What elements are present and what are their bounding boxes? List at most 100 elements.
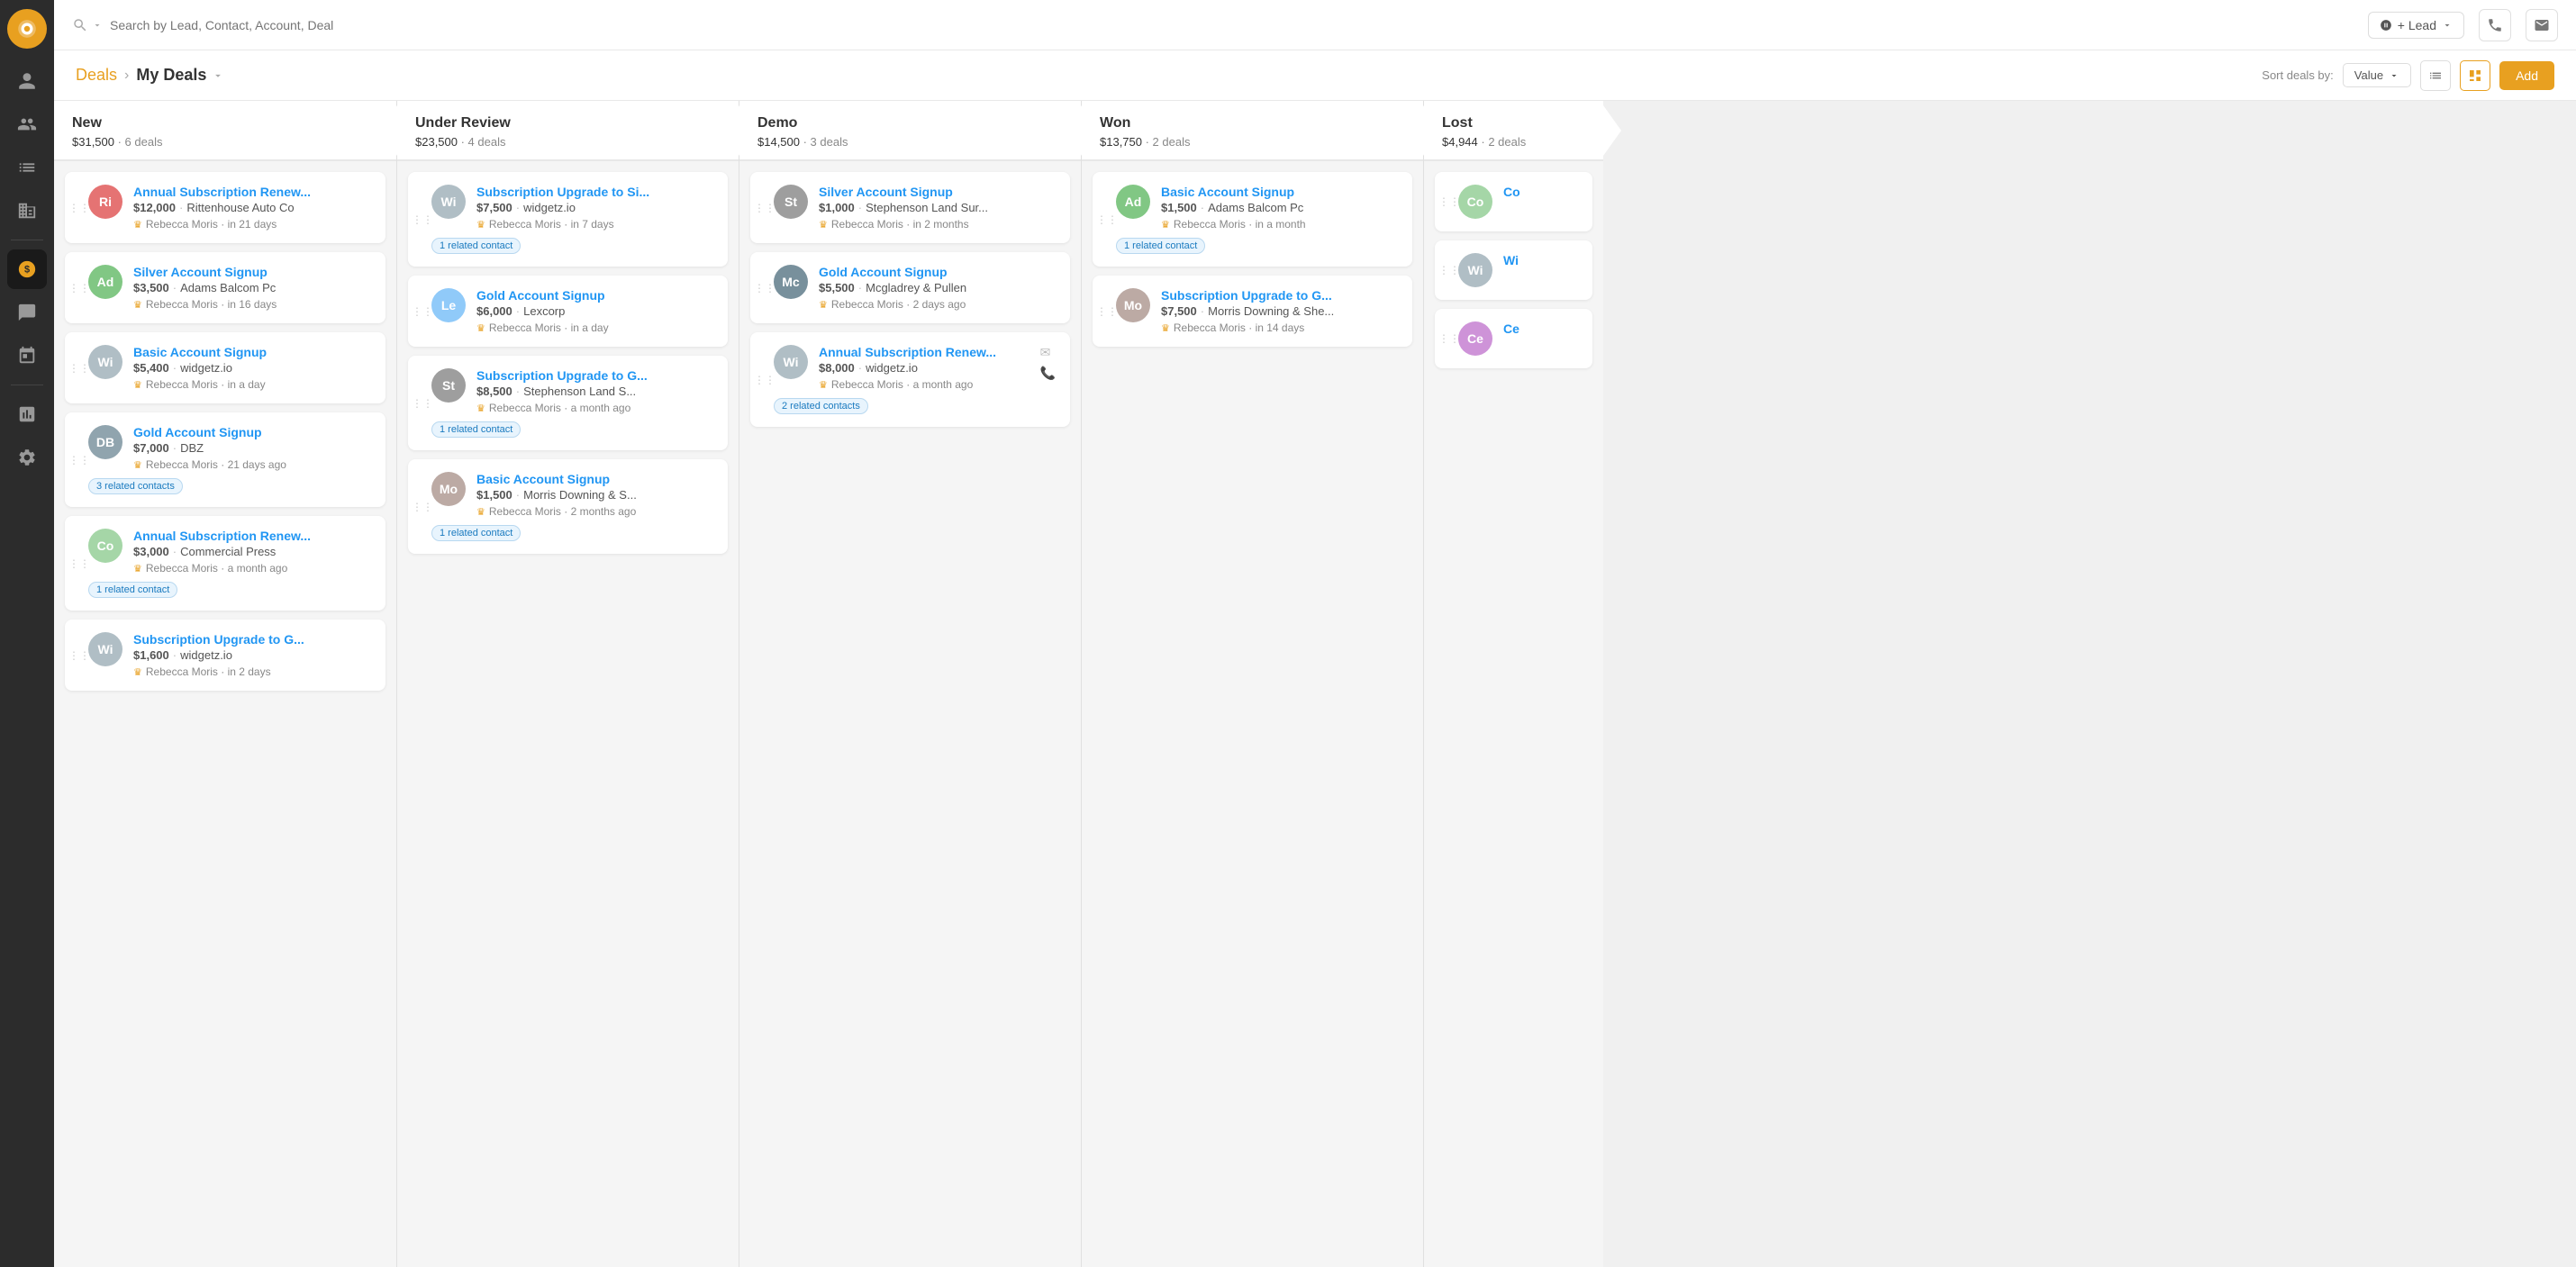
crown-icon-u3: ♛ (476, 403, 485, 414)
kanban-column-new: New $31,500 · 6 deals ⋮⋮ Ri Annual Subsc… (54, 101, 396, 1267)
card-badge-u4: 1 related contact (431, 525, 521, 541)
card-amount-c6: $1,600·widgetz.io (133, 648, 371, 662)
kanban-column-won: Won $13,750 · 2 deals ⋮⋮ Ad Basic Accoun… (1081, 101, 1423, 1267)
sidebar-item-calendar[interactable] (7, 336, 47, 376)
drag-handle-u2[interactable]: ⋮⋮ (412, 305, 433, 318)
phone-icon-d3[interactable]: 📞 (1040, 366, 1056, 381)
deal-card-d1[interactable]: ⋮⋮ St Silver Account Signup $1,000·Steph… (750, 172, 1070, 243)
deal-card-l1[interactable]: ⋮⋮ Co Co (1435, 172, 1592, 231)
deal-card-c1[interactable]: ⋮⋮ Ri Annual Subscription Renew... $12,0… (65, 172, 385, 243)
card-title-u3: Subscription Upgrade to G... (476, 368, 713, 383)
sort-label: Sort deals by: (2262, 68, 2334, 82)
avatar-u1: Wi (431, 185, 466, 219)
add-deal-button[interactable]: Add (2499, 61, 2554, 90)
sidebar-item-reports[interactable] (7, 148, 47, 187)
card-title-c1: Annual Subscription Renew... (133, 185, 371, 199)
deal-card-w2[interactable]: ⋮⋮ Mo Subscription Upgrade to G... $7,50… (1093, 276, 1412, 347)
breadcrumb-current[interactable]: My Deals (136, 66, 224, 85)
column-header-new: New $31,500 · 6 deals (54, 101, 396, 161)
deal-card-u2[interactable]: ⋮⋮ Le Gold Account Signup $6,000·Lexcorp… (408, 276, 728, 347)
drag-handle-w1[interactable]: ⋮⋮ (1096, 213, 1118, 226)
deal-card-c2[interactable]: ⋮⋮ Ad Silver Account Signup $3,500·Adams… (65, 252, 385, 323)
card-owner-d2: ♛ Rebecca Moris · 2 days ago (819, 298, 1056, 311)
drag-handle-u1[interactable]: ⋮⋮ (412, 213, 433, 226)
card-amount-d1: $1,000·Stephenson Land Sur... (819, 201, 1056, 214)
app-logo[interactable] (7, 9, 47, 49)
list-view-button[interactable] (2420, 60, 2451, 91)
sidebar-item-messages[interactable] (7, 293, 47, 332)
card-title-u4: Basic Account Signup (476, 472, 713, 486)
drag-handle-c5[interactable]: ⋮⋮ (68, 557, 90, 570)
email-button[interactable] (2526, 9, 2558, 41)
drag-handle-l3[interactable]: ⋮⋮ (1438, 332, 1460, 345)
sidebar-item-analytics[interactable] (7, 394, 47, 434)
sidebar-item-companies[interactable] (7, 191, 47, 231)
crown-icon-d2: ♛ (819, 299, 828, 311)
deal-card-u3[interactable]: ⋮⋮ St Subscription Upgrade to G... $8,50… (408, 356, 728, 450)
card-amount-c4: $7,000·DBZ (133, 441, 371, 455)
lead-button[interactable]: + Lead (2368, 12, 2464, 39)
search-input[interactable] (110, 18, 362, 32)
card-title-u2: Gold Account Signup (476, 288, 713, 303)
deal-card-c4[interactable]: ⋮⋮ DB Gold Account Signup $7,000·DBZ ♛ R… (65, 412, 385, 507)
drag-handle-w2[interactable]: ⋮⋮ (1096, 305, 1118, 318)
deal-card-l2[interactable]: ⋮⋮ Wi Wi (1435, 240, 1592, 300)
user-circle-icon (2380, 19, 2392, 32)
drag-handle-d2[interactable]: ⋮⋮ (754, 282, 776, 294)
deal-card-c3[interactable]: ⋮⋮ Wi Basic Account Signup $5,400·widget… (65, 332, 385, 403)
drag-handle-l2[interactable]: ⋮⋮ (1438, 264, 1460, 276)
drag-handle-c1[interactable]: ⋮⋮ (68, 202, 90, 214)
kanban-view-button[interactable] (2460, 60, 2490, 91)
deals-breadcrumb-link[interactable]: Deals (76, 66, 117, 85)
sidebar-item-leads[interactable] (7, 104, 47, 144)
deal-card-w1[interactable]: ⋮⋮ Ad Basic Account Signup $1,500·Adams … (1093, 172, 1412, 267)
email-icon (2534, 17, 2550, 33)
deal-card-d2[interactable]: ⋮⋮ Mc Gold Account Signup $5,500·Mcgladr… (750, 252, 1070, 323)
drag-handle-l1[interactable]: ⋮⋮ (1438, 195, 1460, 208)
drag-handle-u3[interactable]: ⋮⋮ (412, 397, 433, 410)
crown-icon-d1: ♛ (819, 219, 828, 231)
drag-handle-c6[interactable]: ⋮⋮ (68, 649, 90, 662)
sidebar-item-deals[interactable]: $ (7, 249, 47, 289)
kanban-column-under_review: Under Review $23,500 · 4 deals ⋮⋮ Wi Sub… (396, 101, 739, 1267)
drag-handle-c3[interactable]: ⋮⋮ (68, 362, 90, 375)
avatar-d3: Wi (774, 345, 808, 379)
sidebar-item-settings[interactable] (7, 438, 47, 477)
email-icon-d3[interactable]: ✉ (1040, 345, 1056, 360)
column-header-demo: Demo $14,500 · 3 deals (739, 101, 1081, 161)
sidebar-item-contacts[interactable] (7, 61, 47, 101)
kanban-column-lost: Lost $4,944 · 2 deals ⋮⋮ Co Co ⋮⋮ (1423, 101, 1603, 1267)
card-badge-c4: 3 related contacts (88, 478, 183, 494)
card-title-l3: Ce (1503, 321, 1578, 336)
deal-card-d3[interactable]: ⋮⋮ Wi Annual Subscription Renew... $8,00… (750, 332, 1070, 427)
column-meta-won: $13,750 · 2 deals (1100, 135, 1405, 149)
avatar-c6: Wi (88, 632, 122, 666)
deal-card-c6[interactable]: ⋮⋮ Wi Subscription Upgrade to G... $1,60… (65, 620, 385, 691)
avatar-u2: Le (431, 288, 466, 322)
drag-handle-c4[interactable]: ⋮⋮ (68, 454, 90, 466)
drag-handle-d3[interactable]: ⋮⋮ (754, 374, 776, 386)
drag-handle-d1[interactable]: ⋮⋮ (754, 202, 776, 214)
card-owner-u3: ♛ Rebecca Moris · a month ago (476, 402, 713, 414)
crown-icon-c6: ♛ (133, 666, 142, 678)
card-title-u1: Subscription Upgrade to Si... (476, 185, 713, 199)
sort-value-button[interactable]: Value (2343, 63, 2411, 87)
deal-card-l3[interactable]: ⋮⋮ Ce Ce (1435, 309, 1592, 368)
breadcrumb-current-label: My Deals (136, 66, 206, 85)
drag-handle-c2[interactable]: ⋮⋮ (68, 282, 90, 294)
breadcrumb-separator: › (124, 68, 129, 84)
card-owner-d3: ♛ Rebecca Moris · a month ago (819, 378, 1029, 391)
deal-card-u1[interactable]: ⋮⋮ Wi Subscription Upgrade to Si... $7,5… (408, 172, 728, 267)
search-icon-wrap[interactable] (72, 17, 103, 33)
deal-card-u4[interactable]: ⋮⋮ Mo Basic Account Signup $1,500·Morris… (408, 459, 728, 554)
phone-button[interactable] (2479, 9, 2511, 41)
sidebar: $ (0, 0, 54, 1267)
crown-icon-u1: ♛ (476, 219, 485, 231)
breadcrumb-dropdown-icon (212, 69, 224, 82)
kanban-board: New $31,500 · 6 deals ⋮⋮ Ri Annual Subsc… (54, 101, 2576, 1267)
avatar-u4: Mo (431, 472, 466, 506)
drag-handle-u4[interactable]: ⋮⋮ (412, 501, 433, 513)
deal-card-c5[interactable]: ⋮⋮ Co Annual Subscription Renew... $3,00… (65, 516, 385, 611)
column-meta-lost: $4,944 · 2 deals (1442, 135, 1585, 149)
cards-scroll-under_review: ⋮⋮ Wi Subscription Upgrade to Si... $7,5… (397, 161, 739, 1267)
